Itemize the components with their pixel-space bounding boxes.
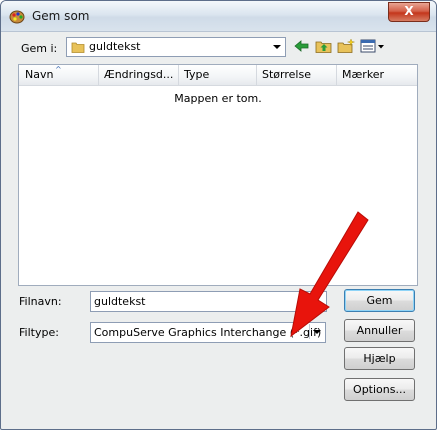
save-in-value: guldtekst (89, 40, 141, 53)
empty-folder-message: Mappen er tom. (174, 92, 262, 105)
cancel-button[interactable]: Annuller (344, 319, 415, 342)
close-button[interactable]: X (388, 2, 430, 22)
save-in-label: Gem i: (21, 42, 58, 55)
column-header-tags[interactable]: Mærker (336, 65, 416, 85)
new-folder-icon[interactable] (337, 38, 355, 54)
back-icon[interactable] (293, 38, 311, 54)
chevron-down-icon (273, 44, 281, 49)
column-header-label: Størrelse (262, 68, 311, 81)
help-button[interactable]: Hjælp (344, 347, 415, 370)
folder-icon (71, 42, 85, 53)
file-list[interactable]: Navn ^ Ændringsd... Type Størrelse Mærke… (18, 64, 418, 286)
column-header-label: Mærker (342, 68, 385, 81)
column-header-modified[interactable]: Ændringsd... (98, 65, 179, 85)
chevron-down-icon (313, 329, 321, 334)
column-header-label: Ændringsd... (104, 68, 174, 81)
column-header-name[interactable]: Navn ^ (19, 65, 99, 85)
filename-label: Filnavn: (19, 295, 62, 308)
column-header-label: Type (184, 68, 210, 81)
column-header-row: Navn ^ Ændringsd... Type Størrelse Mærke… (19, 65, 417, 86)
column-header-type[interactable]: Type (178, 65, 257, 85)
filetype-dropdown-button[interactable] (309, 324, 324, 339)
save-dialog: Gem som X Gem i: guldtekst Navn ^ Ændrin… (0, 0, 437, 430)
close-icon: X (404, 4, 414, 18)
up-folder-icon[interactable] (315, 38, 333, 54)
save-in-combobox[interactable]: guldtekst (66, 37, 286, 57)
view-menu-icon[interactable] (360, 38, 386, 54)
title-bar[interactable]: Gem som X (1, 1, 436, 32)
filename-input[interactable]: guldtekst (90, 291, 327, 312)
app-palette-icon (9, 10, 25, 24)
save-button[interactable]: Gem (344, 289, 415, 312)
column-header-label: Navn (25, 68, 54, 81)
options-button[interactable]: Options... (344, 378, 415, 401)
filetype-value: CompuServe Graphics Interchange (*.gif) (94, 326, 322, 339)
sort-ascending-icon: ^ (55, 65, 62, 74)
filename-value: guldtekst (94, 295, 146, 308)
filetype-label: Filtype: (19, 326, 59, 339)
window-title: Gem som (32, 9, 90, 23)
column-header-size[interactable]: Størrelse (256, 65, 337, 85)
save-in-dropdown-button[interactable] (270, 39, 284, 54)
filetype-combobox[interactable]: CompuServe Graphics Interchange (*.gif) (90, 322, 326, 343)
